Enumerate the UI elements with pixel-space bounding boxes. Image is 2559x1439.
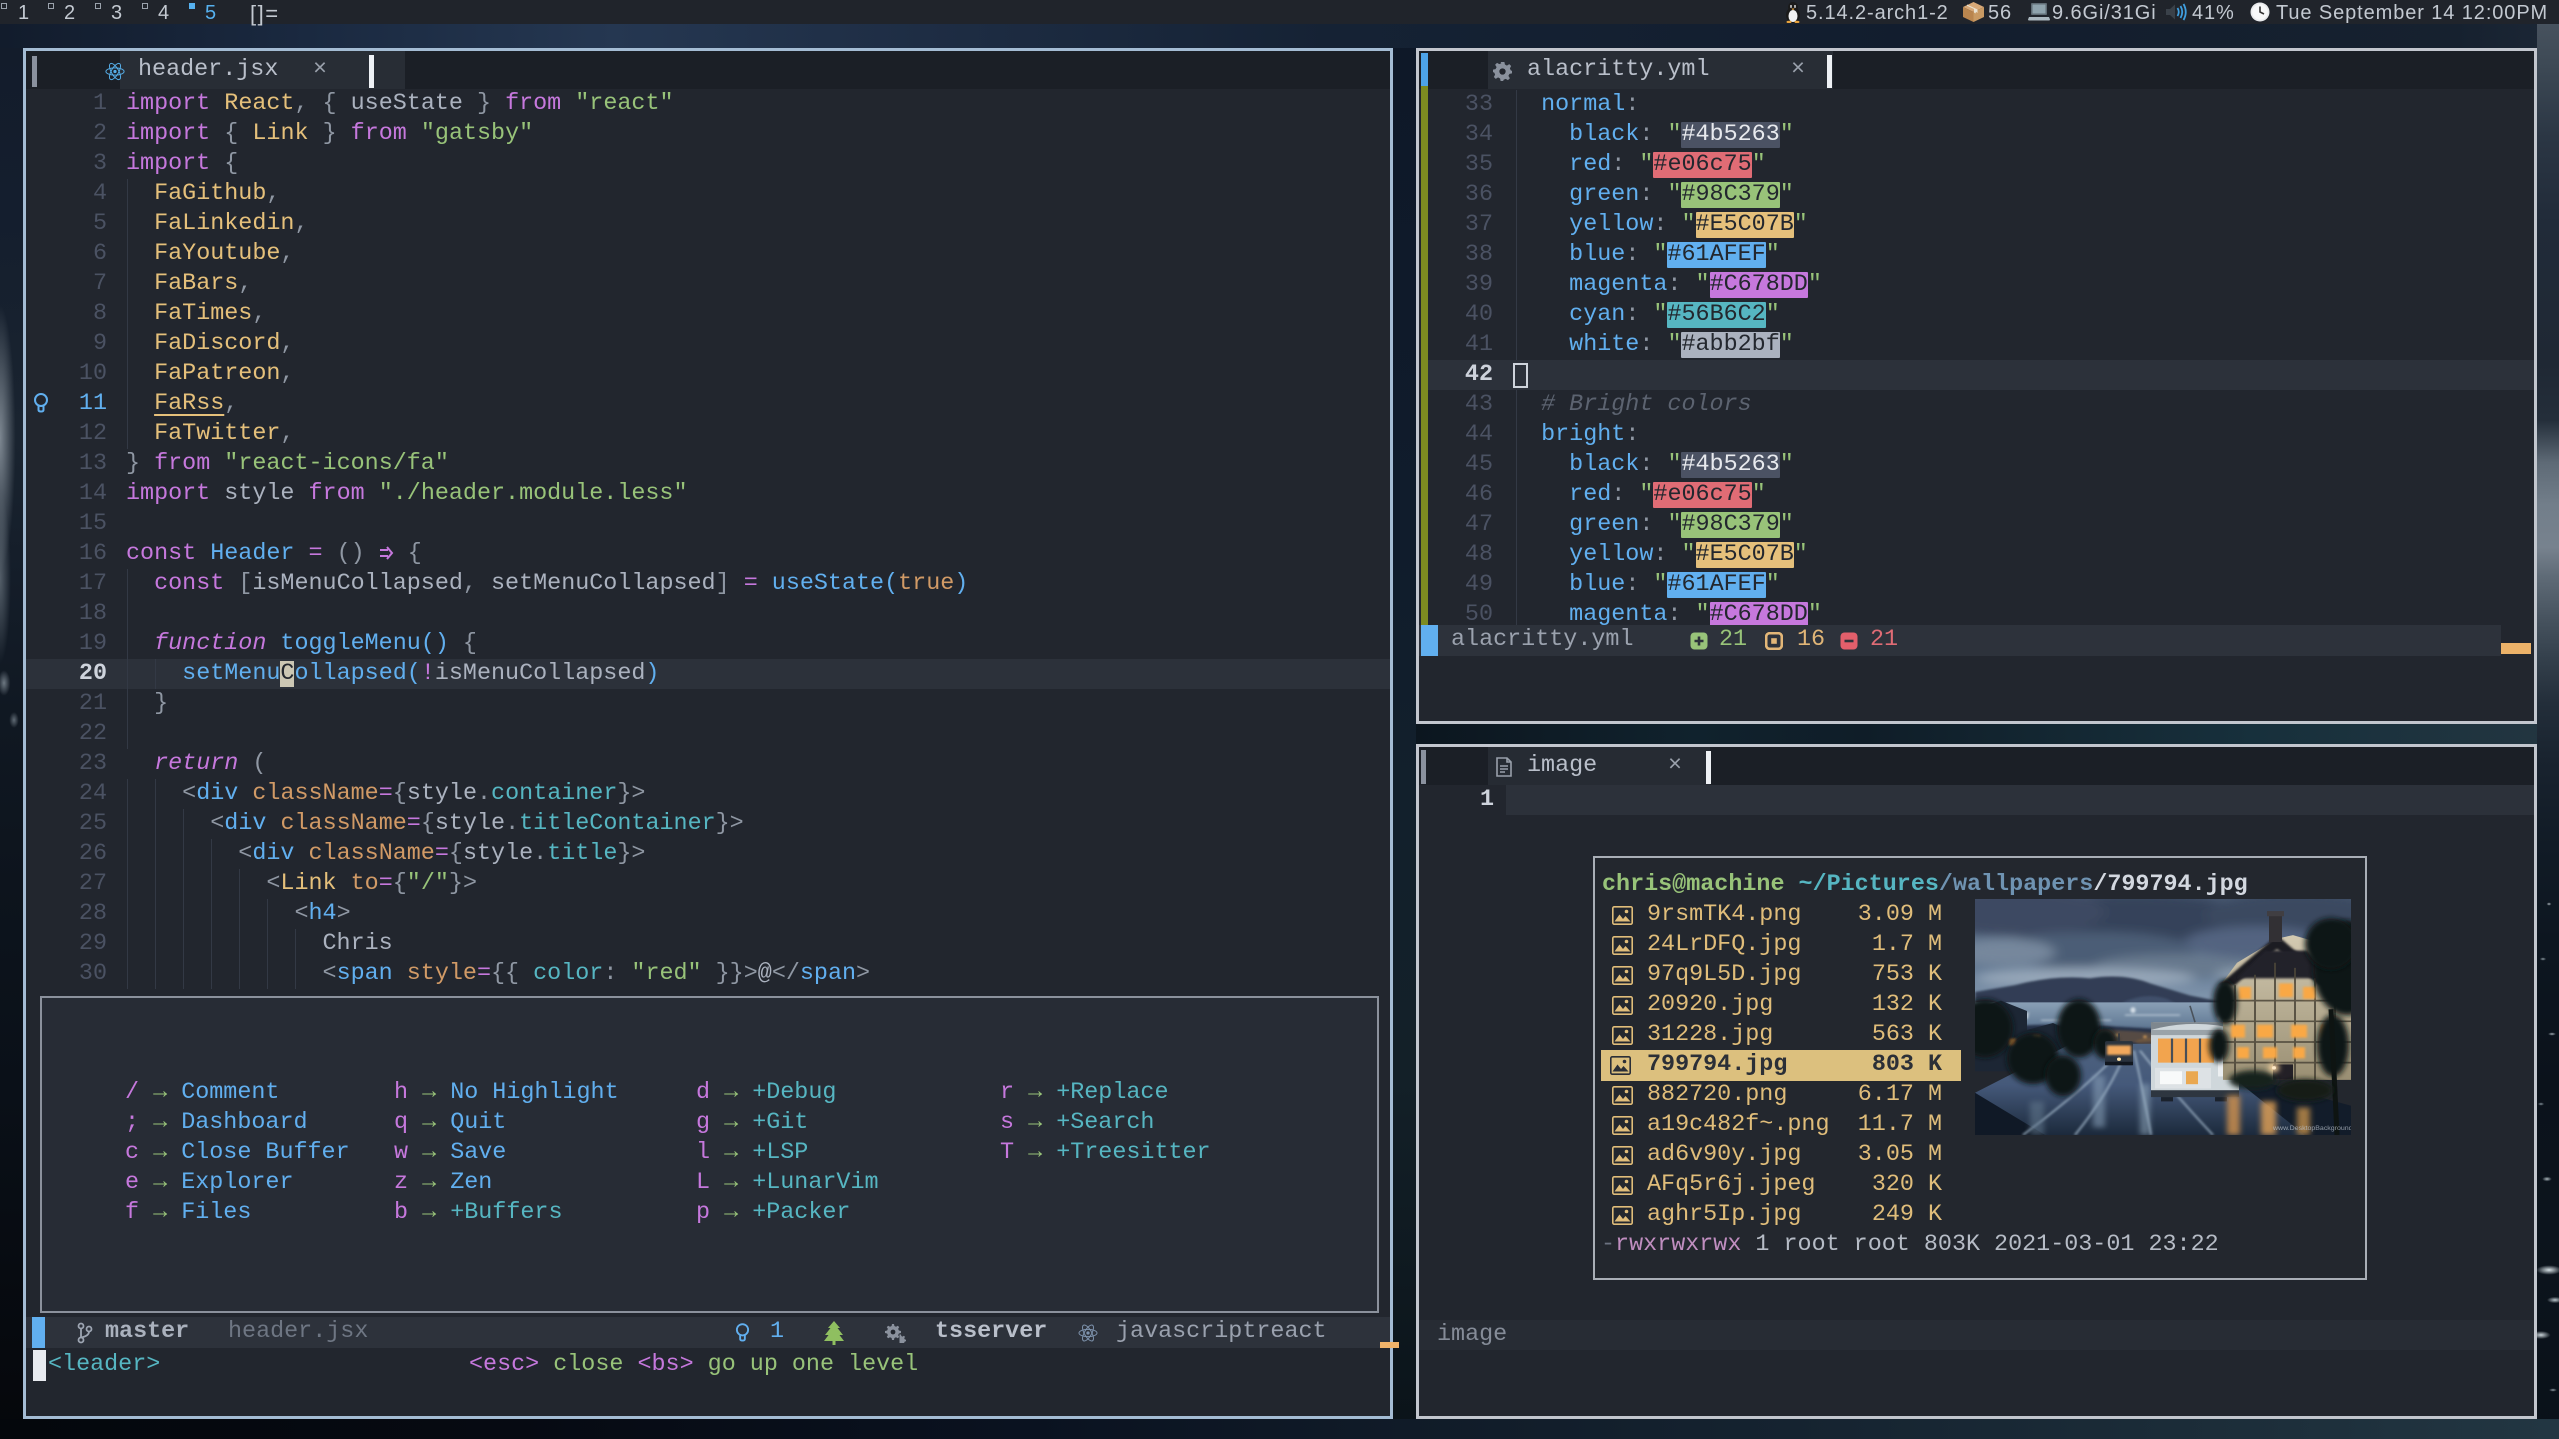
svg-text:www.DesktopBackground.org: www.DesktopBackground.org bbox=[2272, 1125, 2351, 1131]
